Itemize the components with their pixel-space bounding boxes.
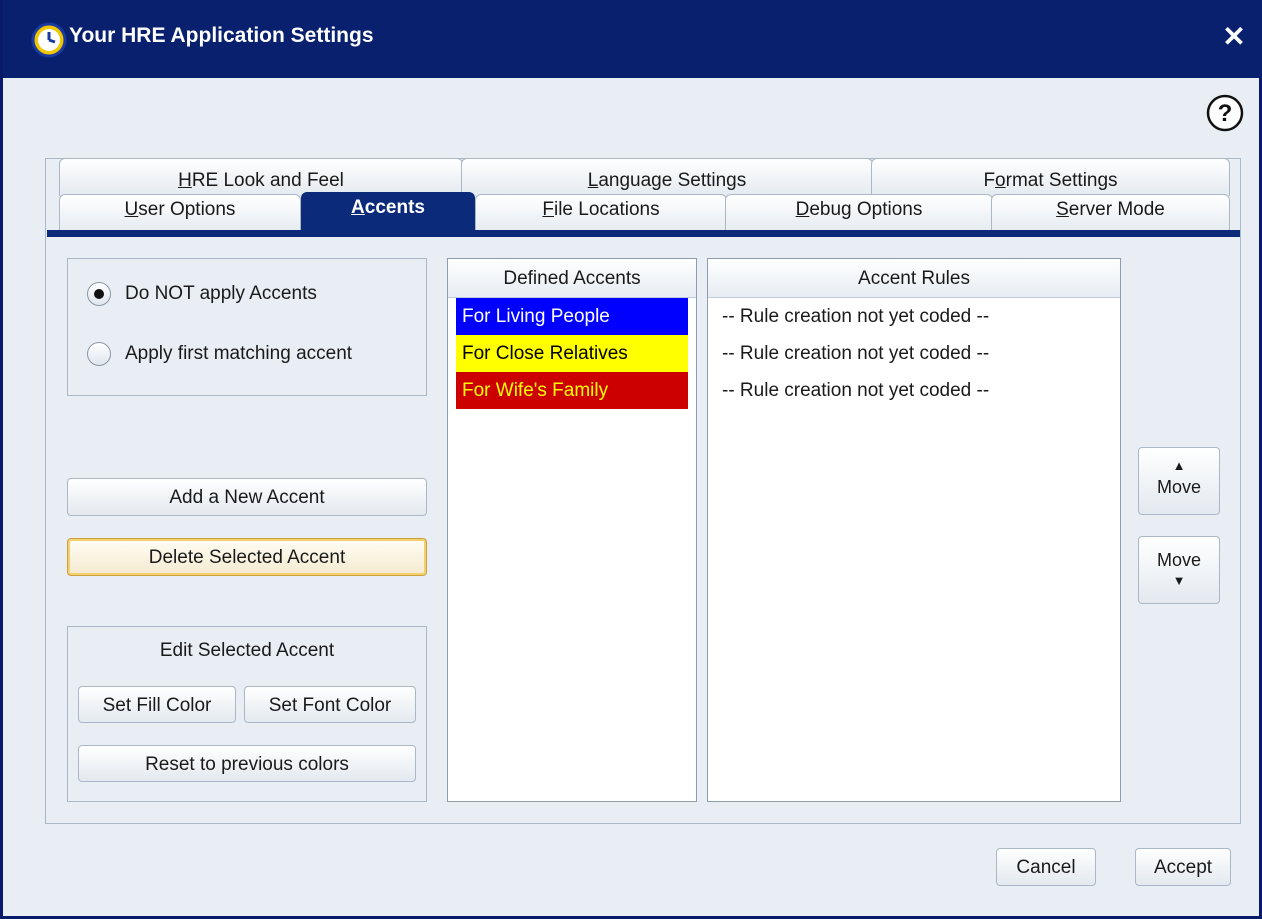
cancel-button[interactable]: Cancel [996, 848, 1096, 886]
question-icon[interactable]: ? [1205, 93, 1245, 133]
radio-button-checked[interactable] [87, 282, 111, 306]
reset-colors-button[interactable]: Reset to previous colors [78, 745, 416, 782]
move-down-button[interactable]: Move ▼ [1138, 536, 1220, 604]
tab-label: anguage Settings [598, 170, 747, 191]
add-accent-button[interactable]: Add a New Accent [67, 478, 427, 516]
delete-accent-button[interactable]: Delete Selected Accent [67, 538, 427, 576]
tab-mnemonic: U [124, 199, 139, 220]
tab-format-settings[interactable]: Format Settings [871, 158, 1230, 196]
tab-label: ile Locations [553, 199, 660, 220]
tab-selected-underline [47, 230, 1240, 237]
move-label: Move [1156, 477, 1201, 497]
tab-label: F [983, 170, 996, 191]
clock-icon [31, 22, 67, 58]
window-title: Your HRE Application Settings [69, 24, 374, 47]
rule-item[interactable]: -- Rule creation not yet coded -- [708, 335, 1120, 372]
tab-mnemonic: A [351, 197, 365, 218]
radio-do-not-apply[interactable]: Do NOT apply Accents [87, 279, 317, 309]
tab-mnemonic: S [1056, 199, 1069, 220]
tab-language-settings[interactable]: Language Settings [461, 158, 873, 196]
svg-text:?: ? [1218, 100, 1233, 127]
list-header: Defined Accents [448, 259, 696, 298]
accent-item-wifes-family[interactable]: For Wife's Family [456, 372, 688, 409]
radio-label: Apply first matching accent [125, 343, 353, 364]
defined-accents-list[interactable]: Defined Accents For Living People For Cl… [447, 258, 697, 802]
accent-item-close-relatives[interactable]: For Close Relatives [456, 335, 688, 372]
rule-item[interactable]: -- Rule creation not yet coded -- [708, 298, 1120, 335]
settings-window: Your HRE Application Settings ✕ ? HRE Lo… [0, 0, 1262, 919]
radio-label: Do NOT apply Accents [125, 283, 317, 304]
up-arrow-icon: ▲ [1172, 458, 1186, 473]
tab-mnemonic: L [587, 170, 599, 191]
tab-label: ser Options [138, 199, 236, 220]
tab-accents[interactable]: Accents [301, 192, 475, 234]
tab-label: ccents [364, 197, 425, 218]
tab-mnemonic: D [795, 199, 810, 220]
accept-button[interactable]: Accept [1135, 848, 1231, 886]
set-fill-color-button[interactable]: Set Fill Color [78, 686, 236, 723]
move-up-button[interactable]: ▲ Move [1138, 447, 1220, 515]
title-bar: Your HRE Application Settings ✕ [3, 0, 1262, 78]
tab-mnemonic: F [542, 199, 554, 220]
tab-label: rmat Settings [1005, 170, 1118, 191]
edit-panel-title: Edit Selected Accent [159, 640, 335, 661]
rule-item[interactable]: -- Rule creation not yet coded -- [708, 372, 1120, 409]
down-arrow-icon: ▼ [1172, 573, 1186, 588]
tab-label: RE Look and Feel [191, 170, 344, 191]
tab-mnemonic: H [178, 170, 192, 191]
move-label: Move [1156, 550, 1201, 570]
set-font-color-button[interactable]: Set Font Color [244, 686, 416, 723]
accent-item-living-people[interactable]: For Living People [456, 298, 688, 335]
tab-file-locations[interactable]: File Locations [475, 194, 727, 234]
tab-mnemonic: o [995, 170, 1006, 191]
accent-rules-list[interactable]: Accent Rules -- Rule creation not yet co… [707, 258, 1121, 802]
tab-hre-look-and-feel[interactable]: HRE Look and Feel [59, 158, 463, 196]
close-icon[interactable]: ✕ [1217, 20, 1251, 54]
tab-debug-options[interactable]: Debug Options [725, 194, 993, 234]
radio-apply-first-matching[interactable]: Apply first matching accent [87, 339, 352, 369]
tab-label: ebug Options [809, 199, 923, 220]
radio-button[interactable] [87, 342, 111, 366]
tab-user-options[interactable]: User Options [59, 194, 301, 234]
tab-server-mode[interactable]: Server Mode [991, 194, 1230, 234]
tab-label: erver Mode [1068, 199, 1165, 220]
list-header: Accent Rules [708, 259, 1120, 298]
